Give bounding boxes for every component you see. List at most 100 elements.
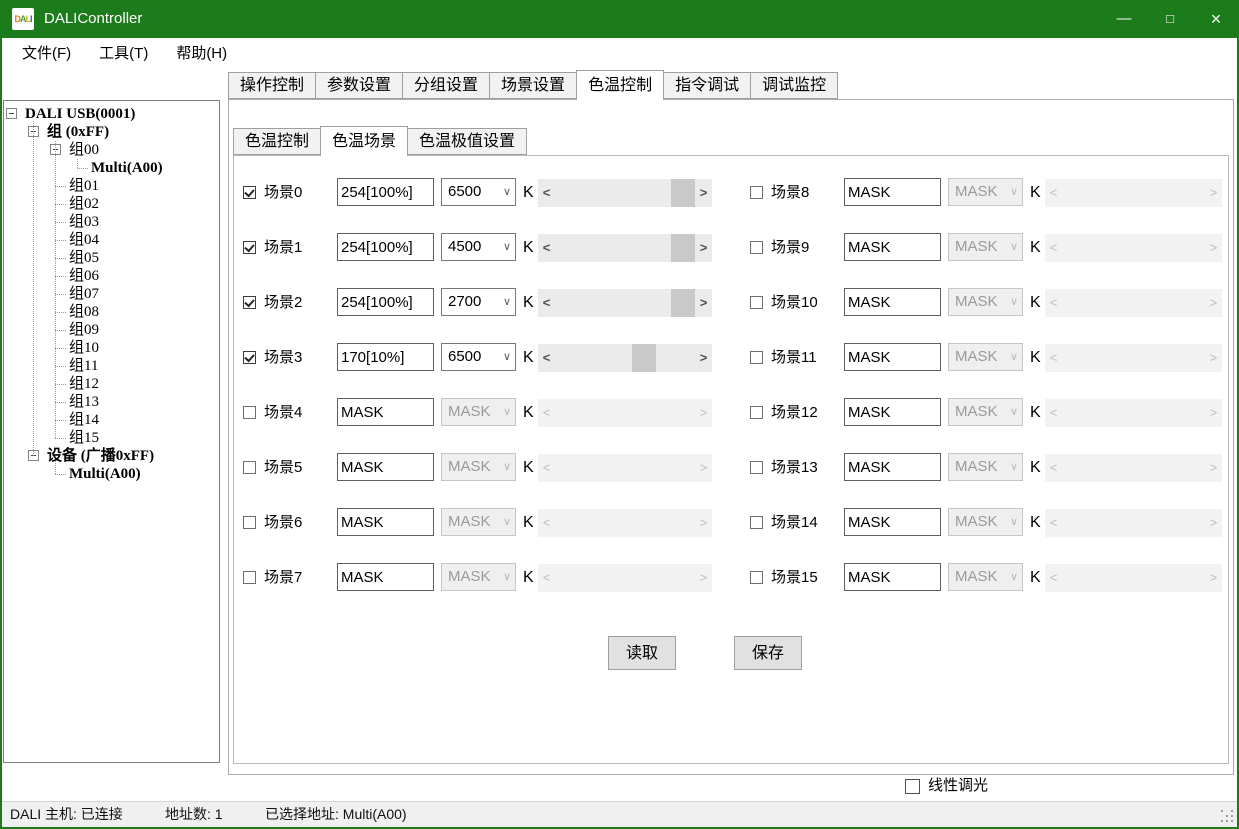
scene-3-level-input[interactable] (337, 343, 434, 371)
save-button[interactable]: 保存 (734, 636, 802, 670)
scroll-left-icon[interactable]: < (538, 234, 555, 262)
scene-15-level-input[interactable] (844, 563, 941, 591)
scene-6-cct-dropdown[interactable]: MASK∨ (441, 508, 516, 536)
tree-collapse-icon[interactable] (6, 108, 17, 119)
maximize-button[interactable]: □ (1147, 0, 1193, 38)
scene-5-cct-dropdown[interactable]: MASK∨ (441, 453, 516, 481)
scene-12-checkbox[interactable] (750, 406, 763, 419)
tree-item-10[interactable]: 组07 (69, 285, 99, 303)
tree-item-18[interactable]: 组15 (69, 429, 99, 447)
scroll-left-icon[interactable]: < (538, 289, 555, 317)
scene-0-cct-dropdown[interactable]: 6500∨ (441, 178, 516, 206)
scroll-right-icon[interactable]: > (695, 344, 712, 372)
scroll-right-icon[interactable]: > (695, 179, 712, 207)
scene-13-cct-dropdown[interactable]: MASK∨ (948, 453, 1023, 481)
scene-15-cct-dropdown[interactable]: MASK∨ (948, 563, 1023, 591)
scene-7-cct-dropdown[interactable]: MASK∨ (441, 563, 516, 591)
minimize-button[interactable]: — (1101, 0, 1147, 38)
read-button[interactable]: 读取 (608, 636, 676, 670)
scene-14-checkbox[interactable] (750, 516, 763, 529)
scene-5-checkbox[interactable] (243, 461, 256, 474)
scene-8-checkbox[interactable] (750, 186, 763, 199)
scrollbar-thumb[interactable] (671, 179, 695, 207)
subtab-0[interactable]: 色温控制 (233, 128, 321, 155)
subtab-1[interactable]: 色温场景 (320, 126, 408, 156)
menu-item-0[interactable]: 文件(F) (8, 38, 85, 70)
scene-9-cct-dropdown[interactable]: MASK∨ (948, 233, 1023, 261)
scene-10-cct-dropdown[interactable]: MASK∨ (948, 288, 1023, 316)
tree-item-6[interactable]: 组03 (69, 213, 99, 231)
tree-item-3[interactable]: Multi(A00) (91, 159, 163, 177)
scene-10-checkbox[interactable] (750, 296, 763, 309)
scene-15-checkbox[interactable] (750, 571, 763, 584)
tab-4[interactable]: 色温控制 (576, 70, 664, 100)
scrollbar-thumb[interactable] (671, 234, 695, 262)
scene-1-level-input[interactable] (337, 233, 434, 261)
scene-1-checkbox[interactable] (243, 241, 256, 254)
tree-item-12[interactable]: 组09 (69, 321, 99, 339)
tab-2[interactable]: 分组设置 (402, 72, 490, 99)
tab-5[interactable]: 指令调试 (663, 72, 751, 99)
subtab-2[interactable]: 色温极值设置 (407, 128, 527, 155)
tree-item-20[interactable]: Multi(A00) (69, 465, 141, 483)
scene-4-cct-dropdown[interactable]: MASK∨ (441, 398, 516, 426)
scroll-left-icon[interactable]: < (538, 344, 555, 372)
scene-8-cct-dropdown[interactable]: MASK∨ (948, 178, 1023, 206)
tree-item-8[interactable]: 组05 (69, 249, 99, 267)
scene-4-level-input[interactable] (337, 398, 434, 426)
scene-13-level-input[interactable] (844, 453, 941, 481)
scene-0-level-input[interactable] (337, 178, 434, 206)
scene-5-level-input[interactable] (337, 453, 434, 481)
scene-2-checkbox[interactable] (243, 296, 256, 309)
scene-7-level-input[interactable] (337, 563, 434, 591)
scene-11-cct-dropdown[interactable]: MASK∨ (948, 343, 1023, 371)
tree-item-4[interactable]: 组01 (69, 177, 99, 195)
scene-2-level-input[interactable] (337, 288, 434, 316)
scrollbar-thumb[interactable] (632, 344, 656, 372)
tree-item-17[interactable]: 组14 (69, 411, 99, 429)
scene-11-checkbox[interactable] (750, 351, 763, 364)
scene-14-level-input[interactable] (844, 508, 941, 536)
scene-1-level-scrollbar[interactable]: <> (538, 234, 712, 262)
scene-12-level-input[interactable] (844, 398, 941, 426)
menu-item-2[interactable]: 帮助(H) (162, 38, 241, 70)
scene-3-cct-dropdown[interactable]: 6500∨ (441, 343, 516, 371)
menu-item-1[interactable]: 工具(T) (85, 38, 162, 70)
scene-2-level-scrollbar[interactable]: <> (538, 289, 712, 317)
scene-0-checkbox[interactable] (243, 186, 256, 199)
tree-item-5[interactable]: 组02 (69, 195, 99, 213)
scene-1-cct-dropdown[interactable]: 4500∨ (441, 233, 516, 261)
close-button[interactable]: × (1193, 0, 1239, 38)
scroll-right-icon[interactable]: > (695, 234, 712, 262)
scene-7-checkbox[interactable] (243, 571, 256, 584)
scene-3-checkbox[interactable] (243, 351, 256, 364)
scene-6-level-input[interactable] (337, 508, 434, 536)
scene-12-cct-dropdown[interactable]: MASK∨ (948, 398, 1023, 426)
scene-0-level-scrollbar[interactable]: <> (538, 179, 712, 207)
tree-item-15[interactable]: 组12 (69, 375, 99, 393)
scene-11-level-input[interactable] (844, 343, 941, 371)
scroll-right-icon[interactable]: > (695, 289, 712, 317)
tree-item-2[interactable]: 组00 (69, 141, 99, 159)
scene-6-checkbox[interactable] (243, 516, 256, 529)
scene-2-cct-dropdown[interactable]: 2700∨ (441, 288, 516, 316)
scene-4-checkbox[interactable] (243, 406, 256, 419)
tree-item-13[interactable]: 组10 (69, 339, 99, 357)
resize-grip[interactable] (1221, 810, 1234, 823)
tree-item-9[interactable]: 组06 (69, 267, 99, 285)
tab-3[interactable]: 场景设置 (489, 72, 577, 99)
scene-14-cct-dropdown[interactable]: MASK∨ (948, 508, 1023, 536)
scene-9-level-input[interactable] (844, 233, 941, 261)
tree-item-0[interactable]: DALI USB(0001) (25, 105, 135, 123)
scene-8-level-input[interactable] (844, 178, 941, 206)
tree-item-1[interactable]: 组 (0xFF) (47, 123, 109, 141)
tree-item-19[interactable]: 设备 (广播0xFF) (47, 447, 154, 465)
scene-9-checkbox[interactable] (750, 241, 763, 254)
tree-item-14[interactable]: 组11 (69, 357, 98, 375)
tab-1[interactable]: 参数设置 (315, 72, 403, 99)
scene-3-level-scrollbar[interactable]: <> (538, 344, 712, 372)
linear-dimming-checkbox[interactable] (905, 779, 920, 794)
tree-item-16[interactable]: 组13 (69, 393, 99, 411)
tree-item-11[interactable]: 组08 (69, 303, 99, 321)
scene-10-level-input[interactable] (844, 288, 941, 316)
